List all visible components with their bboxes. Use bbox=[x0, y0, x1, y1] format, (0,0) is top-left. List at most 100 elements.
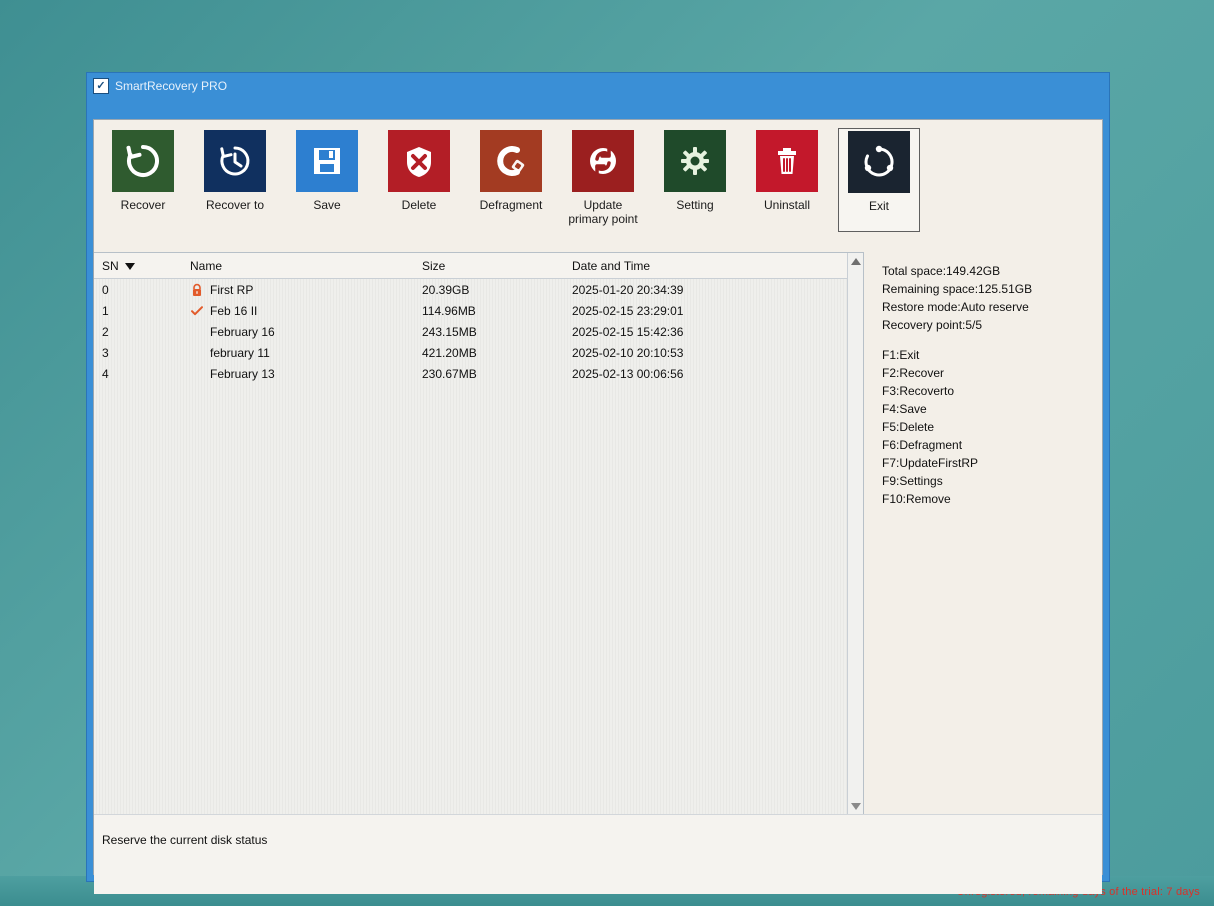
name-cell: First RP bbox=[190, 283, 422, 297]
app-check-icon: ✓ bbox=[93, 78, 109, 94]
uninstall-button[interactable]: Uninstall bbox=[746, 128, 828, 232]
header-name-label: Name bbox=[190, 258, 223, 273]
save-button[interactable]: Save bbox=[286, 128, 368, 232]
datetime-cell: 2025-02-15 23:29:01 bbox=[572, 303, 684, 318]
shortcut-item: F3:Recoverto bbox=[882, 384, 955, 398]
sn-cell: 0 bbox=[102, 282, 109, 297]
floppy-disk-icon bbox=[296, 130, 358, 192]
restore-mode: Restore mode:Auto reserve bbox=[882, 300, 1029, 314]
delete-label: Delete bbox=[401, 198, 437, 212]
client-area: Recover Recover to Save Delete Defragmen… bbox=[93, 119, 1103, 894]
delete-button[interactable]: Delete bbox=[378, 128, 460, 232]
setting-label: Setting bbox=[676, 198, 714, 212]
shield-x-icon bbox=[388, 130, 450, 192]
trash-icon bbox=[756, 130, 818, 192]
info-panel: Total space:149.42GB Remaining space:125… bbox=[874, 252, 1102, 814]
check-icon bbox=[190, 304, 204, 318]
status-text: Reserve the current disk status bbox=[102, 833, 268, 847]
name-cell: February 16 bbox=[190, 325, 422, 339]
total-space: Total space:149.42GB bbox=[882, 264, 1001, 278]
shortcut-item: F6:Defragment bbox=[882, 438, 963, 452]
table-scrollbar[interactable] bbox=[847, 253, 863, 814]
size-cell: 230.67MB bbox=[422, 366, 477, 381]
exit-button[interactable]: Exit bbox=[838, 128, 920, 232]
table-header: SN Name Size Date and Time bbox=[94, 253, 847, 279]
scroll-down-button[interactable] bbox=[848, 798, 863, 814]
table-row[interactable]: 1 Feb 16 II 114.96MB 2025-02-15 23:29:01 bbox=[102, 300, 847, 321]
lock-icon bbox=[190, 283, 204, 297]
table-row[interactable]: 3 february 11 421.20MB 2025-02-10 20:10:… bbox=[102, 342, 847, 363]
name-text: Feb 16 II bbox=[210, 303, 258, 318]
recover-icon bbox=[112, 130, 174, 192]
datetime-cell: 2025-02-13 00:06:56 bbox=[572, 366, 684, 381]
recover-to-label: Recover to bbox=[205, 198, 265, 212]
sn-cell: 4 bbox=[102, 366, 109, 381]
chevron-down-icon bbox=[850, 802, 861, 810]
table-row[interactable]: 0 First RP 20.39GB 2025-01-20 20:34:39 bbox=[102, 279, 847, 300]
datetime-cell: 2025-01-20 20:34:39 bbox=[572, 282, 684, 297]
datetime-cell: 2025-02-10 20:10:53 bbox=[572, 345, 684, 360]
save-label: Save bbox=[313, 198, 341, 212]
setting-button[interactable]: Setting bbox=[654, 128, 736, 232]
header-sn[interactable]: SN bbox=[102, 259, 190, 273]
shortcut-item: F2:Recover bbox=[882, 366, 945, 380]
shortcut-item: F1:Exit bbox=[882, 348, 920, 362]
shortcut-item: F10:Remove bbox=[882, 492, 951, 506]
header-size-label: Size bbox=[422, 258, 446, 273]
shortcut-item: F9:Settings bbox=[882, 474, 943, 488]
recover-button[interactable]: Recover bbox=[102, 128, 184, 232]
size-cell: 114.96MB bbox=[422, 303, 476, 318]
main-area: SN Name Size Date and Time 0 First RP 20… bbox=[94, 252, 1102, 894]
size-cell: 421.20MB bbox=[422, 345, 477, 360]
remaining-space: Remaining space:125.51GB bbox=[882, 282, 1033, 296]
sort-desc-icon bbox=[124, 263, 135, 270]
scroll-up-button[interactable] bbox=[848, 253, 863, 269]
defragment-label: Defragment bbox=[479, 198, 543, 212]
shortcut-item: F5:Delete bbox=[882, 420, 935, 434]
name-text: February 13 bbox=[210, 366, 275, 381]
recover-label: Recover bbox=[120, 198, 166, 212]
name-cell: February 13 bbox=[190, 367, 422, 381]
blank-icon bbox=[190, 325, 204, 339]
name-text: First RP bbox=[210, 282, 254, 297]
window-title: SmartRecovery PRO bbox=[115, 79, 228, 93]
toolbar: Recover Recover to Save Delete Defragmen… bbox=[94, 120, 1102, 252]
recovery-point: Recovery point:5/5 bbox=[882, 318, 983, 332]
status-bar: Reserve the current disk status bbox=[94, 814, 1102, 894]
name-cell: february 11 bbox=[190, 346, 422, 360]
update-primary-point-label: Update primary point bbox=[568, 198, 638, 226]
sn-cell: 3 bbox=[102, 345, 109, 360]
header-datetime[interactable]: Date and Time bbox=[572, 259, 847, 273]
header-datetime-label: Date and Time bbox=[572, 258, 651, 273]
table-row[interactable]: 4 February 13 230.67MB 2025-02-13 00:06:… bbox=[102, 363, 847, 384]
blank-icon bbox=[190, 346, 204, 360]
chevron-up-icon bbox=[850, 257, 861, 265]
recover-to-button[interactable]: Recover to bbox=[194, 128, 276, 232]
name-text: February 16 bbox=[210, 324, 275, 339]
exit-circle-icon bbox=[848, 131, 910, 193]
blank-icon bbox=[190, 367, 204, 381]
update-sync-icon bbox=[572, 130, 634, 192]
app-window: ✓ SmartRecovery PRO Recover Recover to S… bbox=[86, 72, 1110, 894]
header-sn-label: SN bbox=[102, 258, 119, 273]
history-clock-icon bbox=[204, 130, 266, 192]
name-text: february 11 bbox=[210, 345, 270, 360]
uninstall-label: Uninstall bbox=[763, 198, 811, 212]
table-row[interactable]: 2 February 16 243.15MB 2025-02-15 15:42:… bbox=[102, 321, 847, 342]
name-cell: Feb 16 II bbox=[190, 304, 422, 318]
sn-cell: 1 bbox=[102, 303, 109, 318]
shortcut-item: F4:Save bbox=[882, 402, 927, 416]
header-size[interactable]: Size bbox=[422, 259, 572, 273]
gear-icon bbox=[664, 130, 726, 192]
recovery-points-table: SN Name Size Date and Time 0 First RP 20… bbox=[94, 252, 864, 814]
exit-label: Exit bbox=[868, 199, 889, 213]
shortcut-item: F7:UpdateFirstRP bbox=[882, 456, 979, 470]
table-body: 0 First RP 20.39GB 2025-01-20 20:34:39 1… bbox=[94, 279, 847, 814]
title-bar: ✓ SmartRecovery PRO bbox=[87, 73, 1109, 99]
defragment-button[interactable]: Defragment bbox=[470, 128, 552, 232]
size-cell: 20.39GB bbox=[422, 282, 470, 297]
datetime-cell: 2025-02-15 15:42:36 bbox=[572, 324, 684, 339]
header-name[interactable]: Name bbox=[190, 259, 422, 273]
update-primary-point-button[interactable]: Update primary point bbox=[562, 128, 644, 232]
